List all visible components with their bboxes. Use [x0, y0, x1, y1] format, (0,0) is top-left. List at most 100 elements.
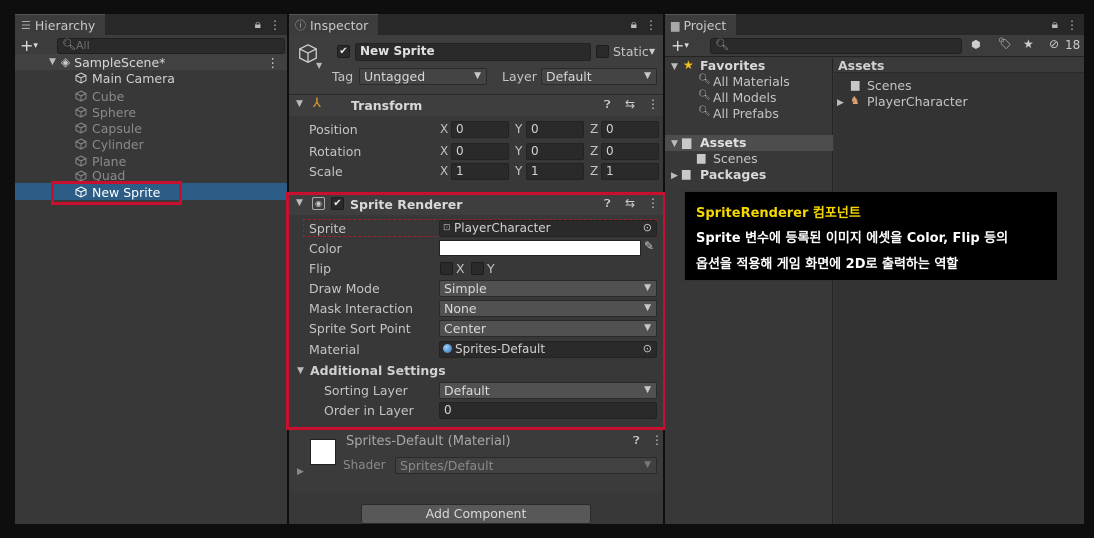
create-dropdown-button[interactable]: +▾: [671, 36, 689, 55]
inspector-tab[interactable]: ⓘ Inspector: [289, 14, 379, 35]
add-component-button[interactable]: Add Component: [361, 504, 591, 524]
favorite-star-icon[interactable]: ★: [1023, 37, 1034, 51]
scale-z-field[interactable]: 1: [601, 163, 659, 180]
packages-folder-label[interactable]: Packages: [700, 167, 766, 182]
hidden-packages-icon[interactable]: ⊘: [1049, 37, 1059, 51]
hierarchy-item-sphere[interactable]: Sphere: [75, 104, 136, 120]
scale-x-field[interactable]: 1: [451, 163, 509, 180]
layer-value: Default: [546, 69, 592, 84]
rotation-z-label[interactable]: Z: [590, 144, 598, 158]
rotation-x-label[interactable]: X: [440, 144, 448, 158]
sprite-renderer-highlight-box: [286, 192, 666, 430]
create-dropdown-button[interactable]: +▾: [20, 36, 38, 55]
position-z-label[interactable]: Z: [590, 122, 598, 136]
scale-y-label[interactable]: Y: [515, 164, 522, 178]
annotation-line-2: 옵션을 적용해 게임 화면에 2D로 출력하는 역할: [696, 257, 959, 272]
kebab-menu-icon[interactable]: ⋮: [269, 18, 281, 32]
favorites-item-all-materials[interactable]: All Materials: [713, 74, 790, 89]
hierarchy-tab[interactable]: ☰ Hierarchy: [15, 14, 106, 35]
rotation-x-field[interactable]: 0: [451, 143, 509, 160]
hierarchy-item-plane[interactable]: Plane: [75, 153, 126, 169]
favorites-label[interactable]: Favorites: [700, 58, 765, 73]
position-y-label[interactable]: Y: [515, 122, 522, 136]
search-by-type-icon[interactable]: ⬢: [971, 38, 981, 51]
rotation-z-field[interactable]: 0: [601, 143, 659, 160]
new-sprite-highlight-box: [51, 181, 182, 205]
scale-z-label[interactable]: Z: [590, 164, 598, 178]
hierarchy-item-capsule[interactable]: Capsule: [75, 120, 142, 136]
hierarchy-item-cylinder[interactable]: Cylinder: [75, 136, 144, 152]
collapse-arrow-icon[interactable]: ▼: [671, 62, 678, 72]
lock-icon[interactable]: 🔒︎: [1052, 17, 1058, 32]
scene-menu-icon[interactable]: ⋮: [267, 55, 280, 70]
assets-breadcrumb: Assets: [834, 58, 1084, 73]
inspector-tab-label: Inspector: [310, 17, 369, 33]
inspector-tabbar: ⓘ Inspector 🔒︎ ⋮: [289, 14, 663, 35]
expand-arrow-icon[interactable]: ▶: [297, 467, 304, 477]
lock-icon[interactable]: 🔒︎: [631, 17, 637, 32]
folder-icon: ▆: [851, 78, 860, 91]
tag-dropdown[interactable]: Untagged ▼: [359, 68, 487, 85]
static-label: Static: [613, 44, 649, 59]
project-tree: ▼ ★ Favorites 🔍︎ All Materials 🔍︎ All Mo…: [665, 58, 833, 524]
help-icon[interactable]: ❓︎: [604, 98, 611, 112]
scale-y-field[interactable]: 1: [526, 163, 584, 180]
layer-dropdown[interactable]: Default ▼: [541, 68, 657, 85]
object-header: ▼ ✔ New Sprite Static ▼ Tag Untagged ▼ La…: [289, 35, 663, 99]
static-checkbox[interactable]: [596, 45, 609, 58]
component-menu-icon[interactable]: ⋮: [651, 433, 663, 447]
position-x-label[interactable]: X: [440, 122, 448, 136]
label-tag-icon[interactable]: 🏷︎: [998, 37, 1012, 50]
asset-item-scenes[interactable]: Scenes: [867, 78, 912, 93]
component-menu-icon[interactable]: ⋮: [647, 97, 659, 111]
project-search-input[interactable]: 🔍︎: [710, 38, 962, 54]
chevron-down-icon: ▼: [474, 71, 481, 81]
hierarchy-item-cube[interactable]: Cube: [75, 88, 124, 104]
hierarchy-search-input[interactable]: 🔍︎ All: [57, 38, 285, 54]
position-z-field[interactable]: 0: [601, 121, 659, 138]
material-section: Sprites-Default (Material) ❓︎ ⋮ Shader S…: [289, 428, 663, 492]
hierarchy-item-main-camera[interactable]: Main Camera: [75, 70, 175, 86]
project-tab[interactable]: ▆ Project: [665, 14, 737, 35]
position-y-field[interactable]: 0: [526, 121, 584, 138]
asset-item-player-character[interactable]: PlayerCharacter: [867, 94, 968, 109]
help-icon[interactable]: ❓︎: [633, 434, 640, 448]
hierarchy-tabbar: ☰ Hierarchy 🔒︎ ⋮: [15, 14, 287, 35]
collapse-arrow-icon[interactable]: ▼: [296, 99, 303, 109]
annotation-callout: SpriteRenderer 컴포넌트 Sprite 변수에 등록된 이미지 에…: [684, 191, 1058, 281]
rotation-y-field[interactable]: 0: [526, 143, 584, 160]
position-x-field[interactable]: 0: [451, 121, 509, 138]
item-label: Sphere: [92, 104, 137, 120]
active-checkbox[interactable]: ✔: [337, 45, 350, 58]
expand-arrow-icon[interactable]: ▶: [837, 98, 844, 108]
assets-view: Assets ▆ Scenes ▶ ♞ PlayerCharacter: [834, 58, 1084, 524]
tag-label: Tag: [332, 69, 354, 84]
kebab-menu-icon[interactable]: ⋮: [1066, 18, 1078, 32]
item-label: Plane: [92, 153, 127, 169]
expand-arrow-icon[interactable]: ▼: [49, 57, 56, 67]
shader-dropdown[interactable]: Sprites/Default ▼: [395, 457, 657, 474]
scale-x-label[interactable]: X: [440, 164, 448, 178]
lock-icon[interactable]: 🔒︎: [255, 17, 261, 32]
folder-icon: ▆: [697, 151, 706, 164]
assets-breadcrumb-label[interactable]: Assets: [838, 58, 884, 73]
collapse-arrow-icon[interactable]: ▼: [671, 139, 678, 149]
preset-icon[interactable]: ⇆: [625, 97, 635, 111]
scene-row[interactable]: ▼ ◈ SampleScene* ⋮: [15, 54, 287, 70]
project-tab-label: Project: [683, 17, 727, 33]
expand-arrow-icon[interactable]: ▶: [671, 171, 678, 181]
scale-label: Scale: [309, 164, 343, 179]
icon-dropdown-arrow[interactable]: ▼: [316, 61, 322, 70]
favorites-item-all-prefabs[interactable]: All Prefabs: [713, 106, 779, 121]
material-title: Sprites-Default (Material): [346, 434, 511, 449]
search-icon: 🔍︎: [698, 74, 711, 85]
scenes-folder-label[interactable]: Scenes: [713, 151, 758, 166]
favorites-item-all-models[interactable]: All Models: [713, 90, 777, 105]
static-dropdown-arrow[interactable]: ▼: [649, 47, 655, 56]
object-name-field[interactable]: New Sprite: [355, 43, 591, 61]
transform-header[interactable]: ▼ ⅄ Transform ❓︎ ⇆ ⋮: [289, 94, 663, 116]
annotation-title: SpriteRenderer 컴포넌트: [696, 206, 861, 221]
rotation-y-label[interactable]: Y: [515, 144, 522, 158]
search-icon: 🔍︎: [62, 38, 76, 51]
kebab-menu-icon[interactable]: ⋮: [645, 18, 657, 32]
